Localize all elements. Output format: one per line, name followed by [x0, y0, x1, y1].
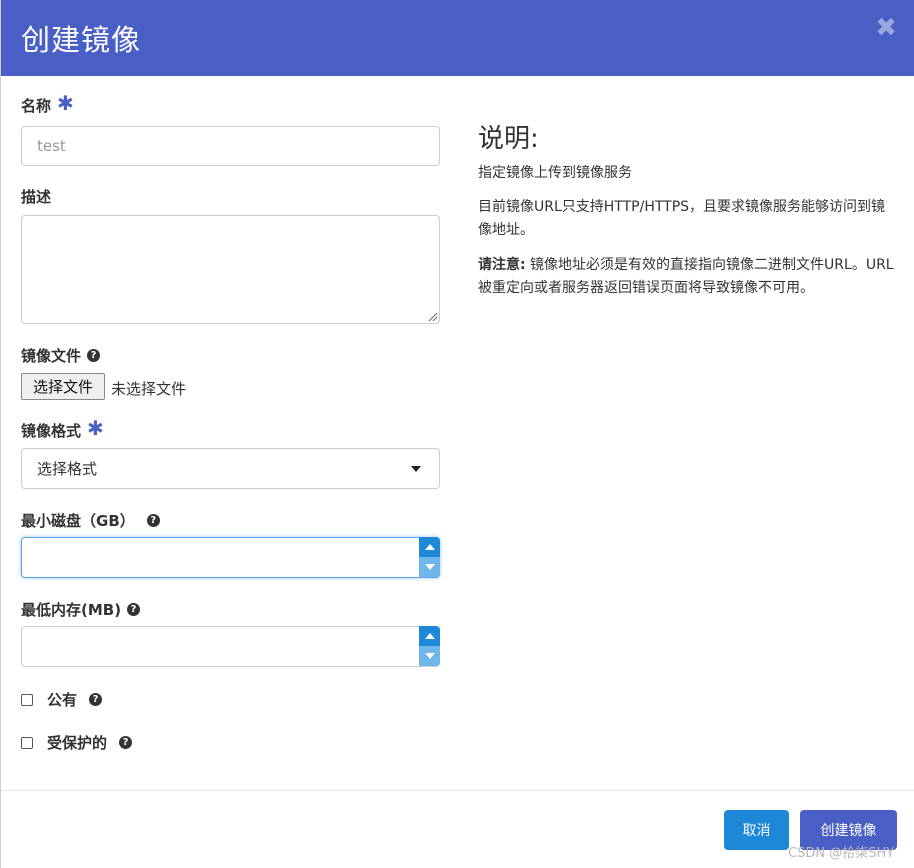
file-status: 未选择文件: [111, 380, 187, 398]
info-title: 说明:: [478, 124, 539, 154]
min-ram-label-row: 最低内存(MB) ?: [21, 599, 141, 620]
info-paragraph-3: 请注意: 镜像地址必须是有效的直接指向镜像二进制文件URL。URL被重定向或者服…: [478, 254, 898, 300]
protected-row: 受保护的 ?: [21, 732, 133, 753]
modal-header: 创建镜像 ✖: [1, 0, 914, 76]
image-file-label: 镜像文件: [21, 347, 82, 365]
info-note-text: 镜像地址必须是有效的直接指向镜像二进制文件URL。URL被重定向或者服务器返回错…: [478, 257, 894, 296]
protected-checkbox[interactable]: [21, 736, 33, 749]
help-icon[interactable]: ?: [119, 736, 133, 749]
arrow-down-icon: [424, 653, 435, 659]
format-select-value: 选择格式: [37, 460, 98, 478]
required-icon: ✱: [57, 90, 74, 115]
resize-handle-icon[interactable]: [427, 311, 437, 321]
help-icon[interactable]: ?: [146, 514, 160, 527]
choose-file-button[interactable]: 选择文件: [21, 373, 105, 400]
required-icon: ✱: [87, 415, 104, 440]
format-select[interactable]: 选择格式: [21, 448, 440, 489]
help-icon[interactable]: ?: [89, 693, 103, 706]
public-checkbox[interactable]: [21, 693, 33, 706]
min-ram-input[interactable]: [21, 626, 440, 667]
arrow-down-icon: [424, 564, 435, 570]
info-paragraph-2: 目前镜像URL只支持HTTP/HTTPS，且要求镜像服务能够访问到镜像地址。: [478, 199, 886, 238]
public-label: 公有: [47, 691, 78, 709]
public-row: 公有 ?: [21, 689, 103, 710]
min-ram-label: 最低内存(MB): [21, 601, 122, 619]
info-note-label: 请注意:: [478, 257, 526, 273]
spin-down-button[interactable]: [419, 646, 440, 666]
arrow-up-icon: [424, 633, 435, 639]
min-disk-spinner[interactable]: [419, 537, 440, 578]
caret-down-icon: [411, 466, 421, 472]
info-paragraph-1: 指定镜像上传到镜像服务: [478, 165, 632, 181]
help-icon[interactable]: ?: [87, 349, 101, 362]
spin-up-button[interactable]: [419, 626, 440, 646]
description-label: 描述: [21, 188, 52, 206]
min-disk-input[interactable]: [21, 537, 440, 578]
footer-divider: [1, 790, 914, 791]
cancel-button[interactable]: 取消: [724, 810, 789, 850]
description-textarea[interactable]: [21, 215, 440, 324]
close-icon[interactable]: ✖: [875, 13, 897, 43]
help-icon[interactable]: ?: [127, 603, 141, 616]
min-disk-label: 最小磁盘（GB）: [21, 512, 135, 530]
modal-title: 创建镜像: [21, 23, 142, 57]
spin-down-button[interactable]: [419, 557, 440, 577]
description-label-row: 描述: [21, 186, 51, 207]
min-ram-spinner[interactable]: [419, 626, 440, 667]
create-image-modal: 创建镜像 ✖ 名称 ✱ test 描述 镜像文件 ? 选择文件 未选择文件 镜像…: [0, 0, 914, 868]
name-input[interactable]: test: [21, 126, 440, 166]
format-label-row: 镜像格式 ✱: [21, 415, 104, 441]
format-label: 镜像格式: [21, 422, 82, 440]
min-disk-label-row: 最小磁盘（GB） ?: [21, 510, 160, 531]
name-label: 名称: [21, 97, 52, 115]
name-label-row: 名称 ✱: [21, 90, 74, 116]
watermark: CSDN @拾柒SHY: [788, 846, 895, 861]
arrow-up-icon: [424, 544, 435, 550]
spin-up-button[interactable]: [419, 537, 440, 557]
image-file-label-row: 镜像文件 ?: [21, 345, 101, 366]
protected-label: 受保护的: [47, 734, 108, 752]
